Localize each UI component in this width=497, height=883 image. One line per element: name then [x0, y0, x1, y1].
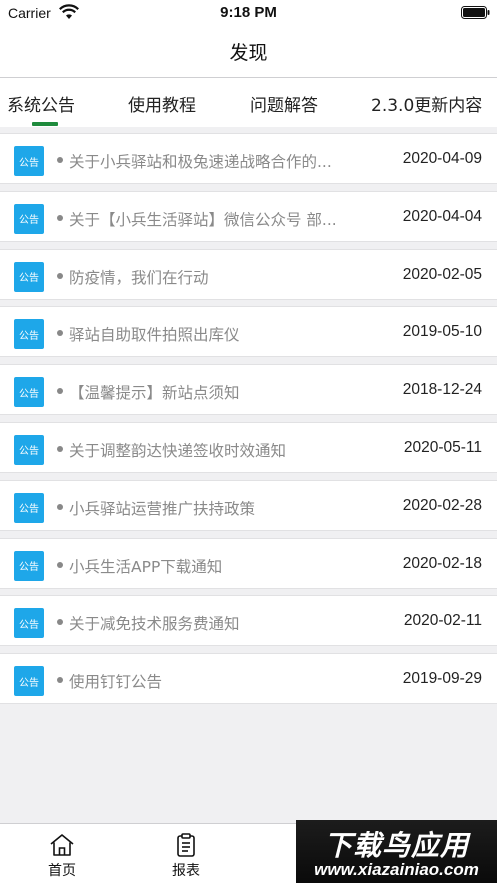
bullet-dot-icon: [57, 677, 63, 684]
bullet-dot-icon: [57, 330, 63, 337]
watermark-url: www.xiazainiao.com: [314, 860, 479, 879]
notice-badge: 公告: [14, 608, 44, 639]
navigation-bar: 发现: [0, 26, 497, 78]
list-item[interactable]: 公告 【温馨提示】新站点须知 2018-12-24: [0, 364, 497, 416]
notice-title: 小兵生活APP下载通知: [69, 557, 223, 576]
home-icon: [50, 834, 74, 856]
notice-title: 关于减免技术服务费通知: [69, 615, 240, 634]
notice-date: 2020-05-11: [403, 438, 482, 456]
battery-icon: [461, 6, 490, 19]
notice-date: 2020-04-04: [402, 207, 482, 225]
notice-badge: 公告: [14, 377, 44, 408]
notice-badge: 公告: [14, 319, 44, 350]
notice-title: 关于小兵驿站和极兔速递战略合作的...: [69, 153, 332, 171]
list-item[interactable]: 公告 关于调整韵达快递签收时效通知 2020-05-11: [0, 421, 497, 473]
notice-badge: 公告: [14, 261, 44, 292]
notice-badge: 公告: [14, 434, 44, 465]
notice-list: 公告 关于小兵驿站和极兔速递战略合作的... 2020-04-09 公告 关于【…: [0, 133, 497, 711]
category-tabs: 系统公告 使用教程 问题解答 2.3.0更新内容: [0, 78, 497, 127]
notice-title: 防疫情，我们在行动: [69, 268, 209, 287]
tab-release-notes[interactable]: 2.3.0更新内容: [371, 91, 482, 116]
tab-faq[interactable]: 问题解答: [250, 91, 318, 116]
tabbar-home[interactable]: 首页: [0, 824, 124, 883]
tab-tutorials[interactable]: 使用教程: [128, 91, 196, 116]
notice-date: 2018-12-24: [402, 381, 482, 399]
tab-system-notices[interactable]: 系统公告: [7, 91, 75, 116]
list-item[interactable]: 公告 关于小兵驿站和极兔速递战略合作的... 2020-04-09: [0, 133, 497, 184]
notice-date: 2019-09-29: [402, 670, 482, 688]
bullet-dot-icon: [57, 619, 63, 626]
notice-title: 【温馨提示】新站点须知: [69, 384, 240, 403]
notice-date: 2020-02-18: [402, 554, 482, 572]
notice-badge: 公告: [14, 550, 44, 581]
status-bar: Carrier 9:18 PM: [0, 0, 497, 26]
watermark-text: 下载鸟应用: [323, 829, 469, 862]
bullet-dot-icon: [57, 272, 63, 279]
page-title: 发现: [229, 42, 268, 64]
bullet-dot-icon: [57, 388, 63, 395]
list-item[interactable]: 公告 驿站自助取件拍照出库仪 2019-05-10: [0, 306, 497, 358]
bullet-dot-icon: [57, 157, 63, 163]
list-item[interactable]: 公告 小兵驿站运营推广扶持政策 2020-02-28: [0, 479, 497, 531]
notice-date: 2020-02-28: [402, 496, 482, 514]
notice-title: 使用钉钉公告: [69, 673, 163, 692]
tabbar-label: 首页: [48, 863, 76, 879]
notice-badge: 公告: [14, 666, 44, 697]
bullet-dot-icon: [57, 561, 63, 568]
notice-title: 关于调整韵达快递签收时效通知: [69, 441, 287, 460]
watermark: 下载鸟应用 www.xiazainiao.com: [296, 820, 497, 883]
notice-badge: 公告: [14, 146, 44, 176]
list-item[interactable]: 公告 防疫情，我们在行动 2020-02-05: [0, 248, 497, 300]
notice-title: 小兵驿站运营推广扶持政策: [69, 499, 256, 518]
active-tab-indicator: [32, 122, 58, 126]
notice-date: 2020-02-05: [402, 265, 482, 283]
list-item[interactable]: 公告 小兵生活APP下载通知 2020-02-18: [0, 537, 497, 589]
clipboard-icon: [177, 833, 195, 857]
notice-badge: 公告: [14, 203, 44, 234]
list-item[interactable]: 公告 使用钉钉公告 2019-09-29: [0, 653, 497, 705]
notice-title: 关于【小兵生活驿站】微信公众号 部...: [69, 210, 337, 229]
notice-date: 2020-02-11: [403, 612, 482, 630]
notice-date: 2019-05-10: [402, 323, 482, 341]
bullet-dot-icon: [57, 503, 63, 510]
notice-date: 2020-04-09: [402, 150, 482, 167]
notice-title: 驿站自助取件拍照出库仪: [69, 326, 240, 345]
notice-badge: 公告: [14, 492, 44, 523]
tabbar-label: 报表: [172, 863, 200, 879]
list-item[interactable]: 公告 关于【小兵生活驿站】微信公众号 部... 2020-04-04: [0, 190, 497, 242]
bullet-dot-icon: [57, 445, 63, 452]
clock: 9:18 PM: [220, 4, 277, 21]
tabbar-reports[interactable]: 报表: [124, 824, 248, 883]
bullet-dot-icon: [57, 214, 63, 221]
list-item[interactable]: 公告 关于减免技术服务费通知 2020-02-11: [0, 595, 497, 647]
